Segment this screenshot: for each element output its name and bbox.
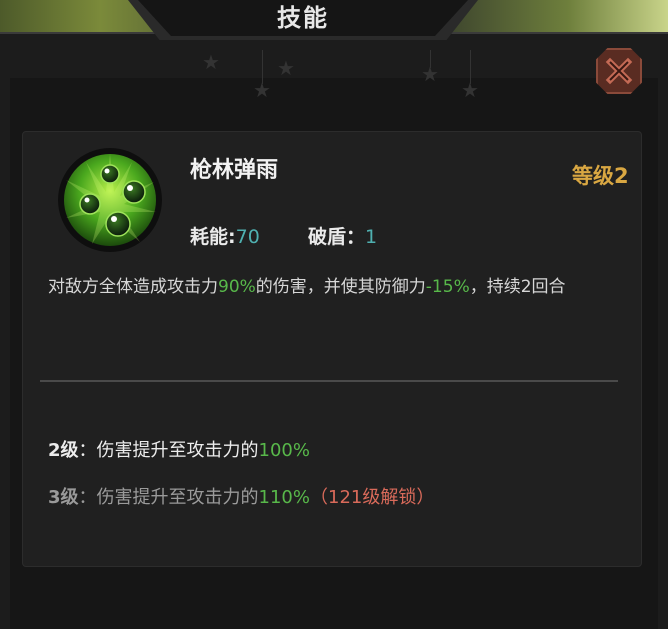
damage-percent: 90% [218, 277, 256, 297]
description-text: 的伤害，并使其防御力 [255, 277, 426, 297]
energy-cost: 耗能:70 [190, 222, 260, 249]
skill-icon [58, 148, 162, 252]
upgrade-value: 110% [258, 487, 310, 508]
close-icon [605, 57, 633, 85]
unlock-requirement: （121级解锁） [310, 487, 435, 508]
skill-name: 枪林弹雨 [190, 158, 279, 183]
star-decoration: ★ [277, 56, 295, 80]
shield-break: 破盾：1 [308, 222, 377, 249]
description-text: 对敌方全体造成攻击力 [48, 277, 218, 297]
upgrade-text: ：伤害提升至攻击力的 [78, 440, 259, 461]
upgrade-row: 3级：伤害提升至攻击力的110%（121级解锁） [48, 483, 434, 509]
star-decoration: ★ [202, 50, 220, 74]
upgrade-level: 2级 [48, 440, 79, 461]
upgrade-value: 100% [258, 440, 310, 461]
green-droplets-icon [64, 154, 156, 246]
star-decoration: ★ [461, 78, 479, 102]
skill-description: 对敌方全体造成攻击力90%的伤害，并使其防御力-15%，持续2回合 [48, 275, 608, 300]
upgrade-row: 2级：伤害提升至攻击力的100% [48, 436, 310, 462]
close-button[interactable] [596, 48, 642, 94]
divider [40, 380, 618, 382]
description-text: ，持续2回合 [469, 277, 566, 297]
upgrade-text: ：伤害提升至攻击力的 [78, 487, 259, 508]
break-value: 1 [365, 226, 378, 248]
energy-value: 70 [235, 226, 260, 248]
star-decoration: ★ [253, 78, 271, 102]
star-decoration: ★ [421, 62, 439, 86]
break-label: 破盾： [308, 226, 366, 248]
upgrade-level: 3级 [48, 487, 79, 508]
energy-label: 耗能: [190, 226, 236, 248]
defense-reduction: -15% [425, 277, 470, 297]
panel-title: 技能 [277, 4, 329, 32]
skill-level: 等级2 [572, 164, 629, 188]
